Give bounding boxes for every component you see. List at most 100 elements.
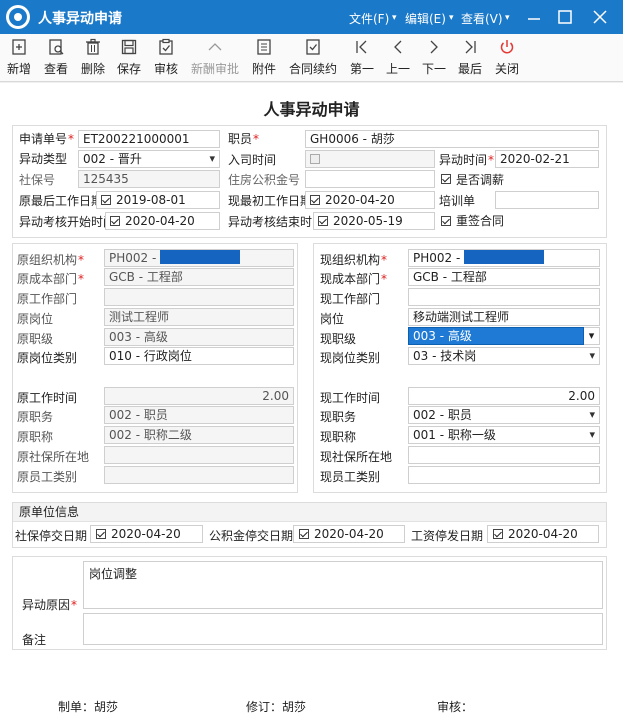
assess-start-label: 异动考核开始时间 xyxy=(19,215,116,229)
menu-edit[interactable]: 编辑(E) xyxy=(405,10,446,27)
remark-label: 备注 xyxy=(22,633,47,647)
salary-stop-checkbox[interactable] xyxy=(493,529,503,539)
curr-emp-type-label: 现员工类别 xyxy=(320,470,381,484)
curr-title-select[interactable]: 001 - 职称一级 xyxy=(408,426,600,444)
orig-duty-field[interactable]: 002 - 职员 xyxy=(104,406,294,424)
chevron-up-icon xyxy=(208,43,222,51)
orig-social-loc-field[interactable] xyxy=(104,446,294,464)
contract-renew-button[interactable]: 合同续约 xyxy=(287,38,339,80)
change-type-label: 异动类型 xyxy=(19,152,68,166)
salary-approve-button[interactable]: 新酬审批 xyxy=(189,38,241,80)
employee-label: 职员 xyxy=(228,131,259,148)
assess-start-checkbox[interactable] xyxy=(110,216,120,226)
curr-position-field[interactable]: 移动端测试工程师 xyxy=(408,308,600,326)
first-icon xyxy=(356,40,367,54)
window-title: 人事异动申请 xyxy=(38,11,122,27)
first-button[interactable]: 第一 xyxy=(347,38,377,80)
change-type-select[interactable]: 002 - 晋升 xyxy=(78,150,220,168)
apply-no-field[interactable]: ET200221000001 xyxy=(78,130,220,148)
assess-end-value: 2020-05-19 xyxy=(333,214,403,228)
curr-title-label: 现职称 xyxy=(320,430,357,444)
view-button[interactable]: 查看 xyxy=(41,38,71,80)
orig-emp-type-field[interactable] xyxy=(104,466,294,484)
footer-auditor: 审核： xyxy=(437,700,474,714)
orig-last-work-checkbox[interactable] xyxy=(101,195,111,205)
fund-stop-value: 2020-04-20 xyxy=(314,527,384,541)
orig-title-label: 原职称 xyxy=(17,430,54,444)
new-first-work-value: 2020-04-20 xyxy=(325,193,395,207)
menu-file[interactable]: 文件(F) xyxy=(349,10,389,27)
orig-work-dept-label: 原工作部门 xyxy=(17,292,78,306)
curr-cost-dept-field[interactable]: GCB - 工程部 xyxy=(408,268,600,286)
social-no-label: 社保号 xyxy=(19,173,56,187)
menu-edit-chevron-icon: ▾ xyxy=(449,13,454,23)
save-button[interactable]: 保存 xyxy=(114,38,144,80)
housing-fund-field[interactable] xyxy=(305,170,435,188)
menu-view[interactable]: 查看(V) xyxy=(461,10,503,27)
orig-work-time-label: 原工作时间 xyxy=(17,391,78,405)
orig-position-label: 原岗位 xyxy=(17,312,54,326)
training-field[interactable] xyxy=(495,191,599,209)
reason-label: 异动原因 xyxy=(22,597,77,614)
fund-stop-checkbox[interactable] xyxy=(299,529,309,539)
menu-file-chevron-icon: ▾ xyxy=(392,13,397,23)
orig-position-field[interactable]: 测试工程师 xyxy=(104,308,294,326)
new-first-work-label: 现最初工作日期 xyxy=(228,194,313,208)
remark-textarea[interactable] xyxy=(83,613,603,645)
curr-grade-dropdown-icon[interactable]: ▾ xyxy=(584,327,600,345)
social-stop-label: 社保停交日期 xyxy=(15,529,88,543)
salary-stop-value: 2020-04-20 xyxy=(508,527,578,541)
attachment-button[interactable]: 附件 xyxy=(249,38,279,80)
curr-duty-select[interactable]: 002 - 职员 xyxy=(408,406,600,424)
assess-end-label: 异动考核结束时间 xyxy=(228,215,325,229)
prev-button[interactable]: 上一 xyxy=(383,38,413,80)
resign-contract-checkbox[interactable] xyxy=(441,216,451,226)
orig-cost-dept-label: 原成本部门 xyxy=(17,271,84,288)
audit-button[interactable]: 审核 xyxy=(151,38,181,80)
reason-textarea[interactable]: 岗位调整 xyxy=(83,561,603,609)
orig-cost-dept-field[interactable]: GCB - 工程部 xyxy=(104,268,294,286)
toolbar: 新增 查看 删除 保存 审核 新酬审批 附件 合同续约 第一 上一 下一 最后 … xyxy=(0,34,623,82)
minimize-icon[interactable] xyxy=(524,7,544,27)
orig-pos-type-field[interactable]: 010 - 行政岗位 xyxy=(104,347,294,365)
salary-stop-label: 工资停发日期 xyxy=(411,529,484,543)
entry-date-checkbox[interactable] xyxy=(310,154,320,164)
orig-work-dept-field[interactable] xyxy=(104,288,294,306)
trash-icon xyxy=(86,38,100,55)
entry-date-field[interactable] xyxy=(305,150,435,168)
social-stop-checkbox[interactable] xyxy=(96,529,106,539)
add-button[interactable]: 新增 xyxy=(4,38,34,80)
curr-emp-type-field[interactable] xyxy=(408,466,600,484)
orig-grade-field[interactable]: 003 - 高级 xyxy=(104,328,294,346)
curr-social-loc-field[interactable] xyxy=(408,446,600,464)
social-no-field[interactable]: 125435 xyxy=(78,170,220,188)
curr-grade-select[interactable]: 003 - 高级 xyxy=(408,327,584,345)
curr-work-time-field[interactable]: 2.00 xyxy=(408,387,600,405)
orig-grade-label: 原职级 xyxy=(17,332,54,346)
curr-org-label: 现组织机构 xyxy=(320,252,387,269)
close-window-icon[interactable] xyxy=(590,7,610,27)
audit-icon xyxy=(159,38,173,55)
orig-org-field[interactable]: PH002 - xyxy=(104,249,294,267)
curr-org-field[interactable]: PH002 - xyxy=(408,249,600,267)
footer-maker: 制单：胡莎 xyxy=(58,700,119,714)
form-title: 人事异动申请 xyxy=(263,100,360,119)
change-date-field[interactable]: 2020-02-21 xyxy=(495,150,599,168)
orig-title-field[interactable]: 002 - 职称二级 xyxy=(104,426,294,444)
next-button[interactable]: 下一 xyxy=(419,38,449,80)
delete-button[interactable]: 删除 xyxy=(78,38,108,80)
orig-last-work-label: 原最后工作日期 xyxy=(19,194,104,208)
new-first-work-checkbox[interactable] xyxy=(310,195,320,205)
last-button[interactable]: 最后 xyxy=(455,38,485,80)
curr-pos-type-select[interactable]: 03 - 技术岗 xyxy=(408,347,600,365)
assess-start-value: 2020-04-20 xyxy=(125,214,195,228)
close-button[interactable]: 关闭 xyxy=(492,38,522,80)
orig-last-work-value: 2019-08-01 xyxy=(116,193,186,207)
curr-work-dept-label: 现工作部门 xyxy=(320,292,381,306)
adjust-salary-checkbox[interactable] xyxy=(441,174,451,184)
orig-work-time-field[interactable]: 2.00 xyxy=(104,387,294,405)
curr-work-dept-field[interactable] xyxy=(408,288,600,306)
maximize-icon[interactable] xyxy=(555,7,575,27)
assess-end-checkbox[interactable] xyxy=(318,216,328,226)
employee-field[interactable]: GH0006 - 胡莎 xyxy=(305,130,599,148)
